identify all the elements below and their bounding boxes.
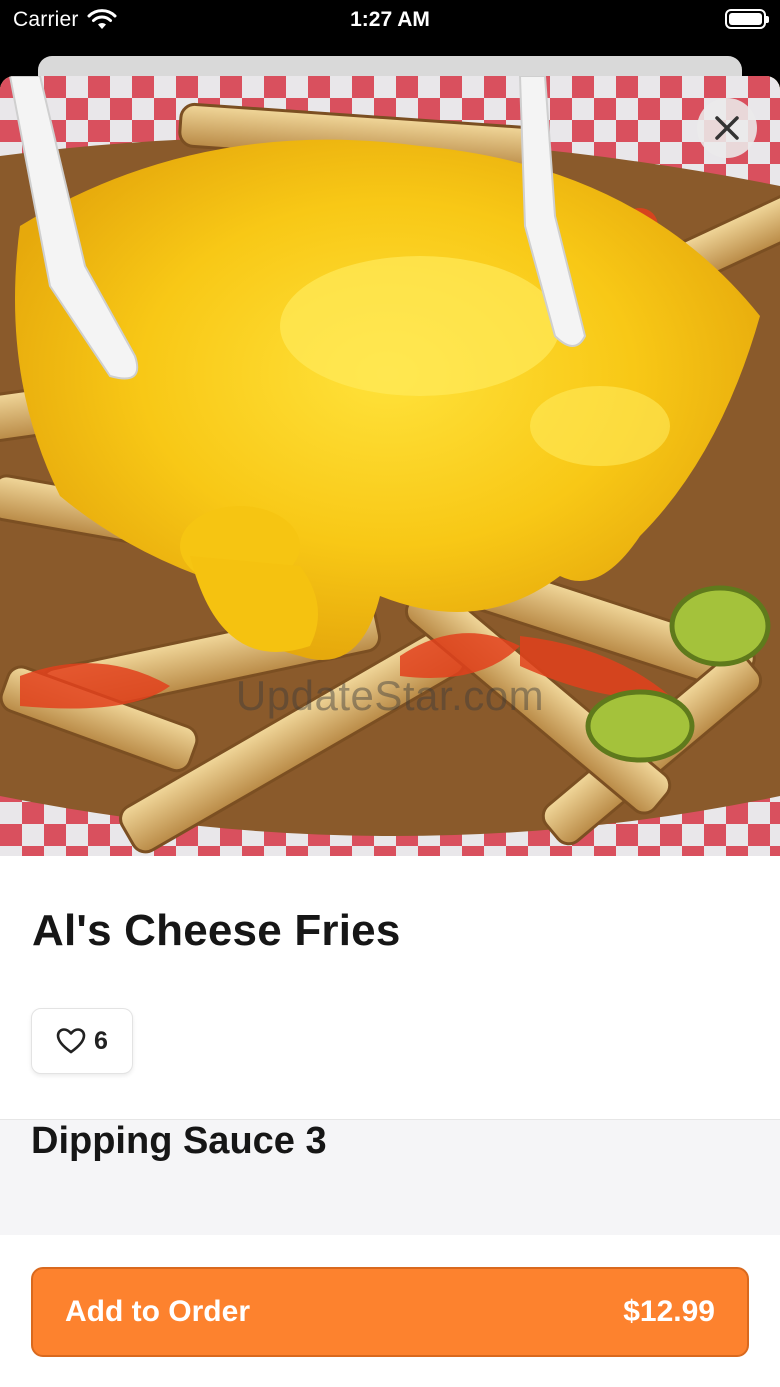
- status-bar: Carrier 1:27 AM: [0, 0, 780, 40]
- add-to-order-button[interactable]: Add to Order $12.99: [31, 1267, 749, 1357]
- close-button[interactable]: [697, 98, 757, 158]
- close-icon: [715, 116, 739, 140]
- item-photo: UpdateStar.com: [0, 76, 780, 856]
- watermark-text: UpdateStar.com: [235, 672, 545, 719]
- cheese-fries-photo: [0, 76, 780, 856]
- item-price: $12.99: [623, 1295, 715, 1328]
- status-time: 1:27 AM: [350, 8, 430, 31]
- like-button[interactable]: 6: [31, 1008, 133, 1074]
- item-title: Al's Cheese Fries: [32, 906, 401, 955]
- add-to-order-label: Add to Order: [65, 1295, 250, 1328]
- like-count: 6: [94, 1026, 108, 1055]
- order-footer: Add to Order $12.99: [0, 1235, 780, 1387]
- item-detail-sheet: UpdateStar.com Al's Cheese Fries 6 Dippi…: [0, 76, 780, 1387]
- heart-outline-icon: [56, 1028, 86, 1054]
- item-info: Al's Cheese Fries 6: [0, 856, 780, 1120]
- battery-icon: [725, 9, 769, 29]
- option-section-title: Dipping Sauce 3: [31, 1120, 327, 1162]
